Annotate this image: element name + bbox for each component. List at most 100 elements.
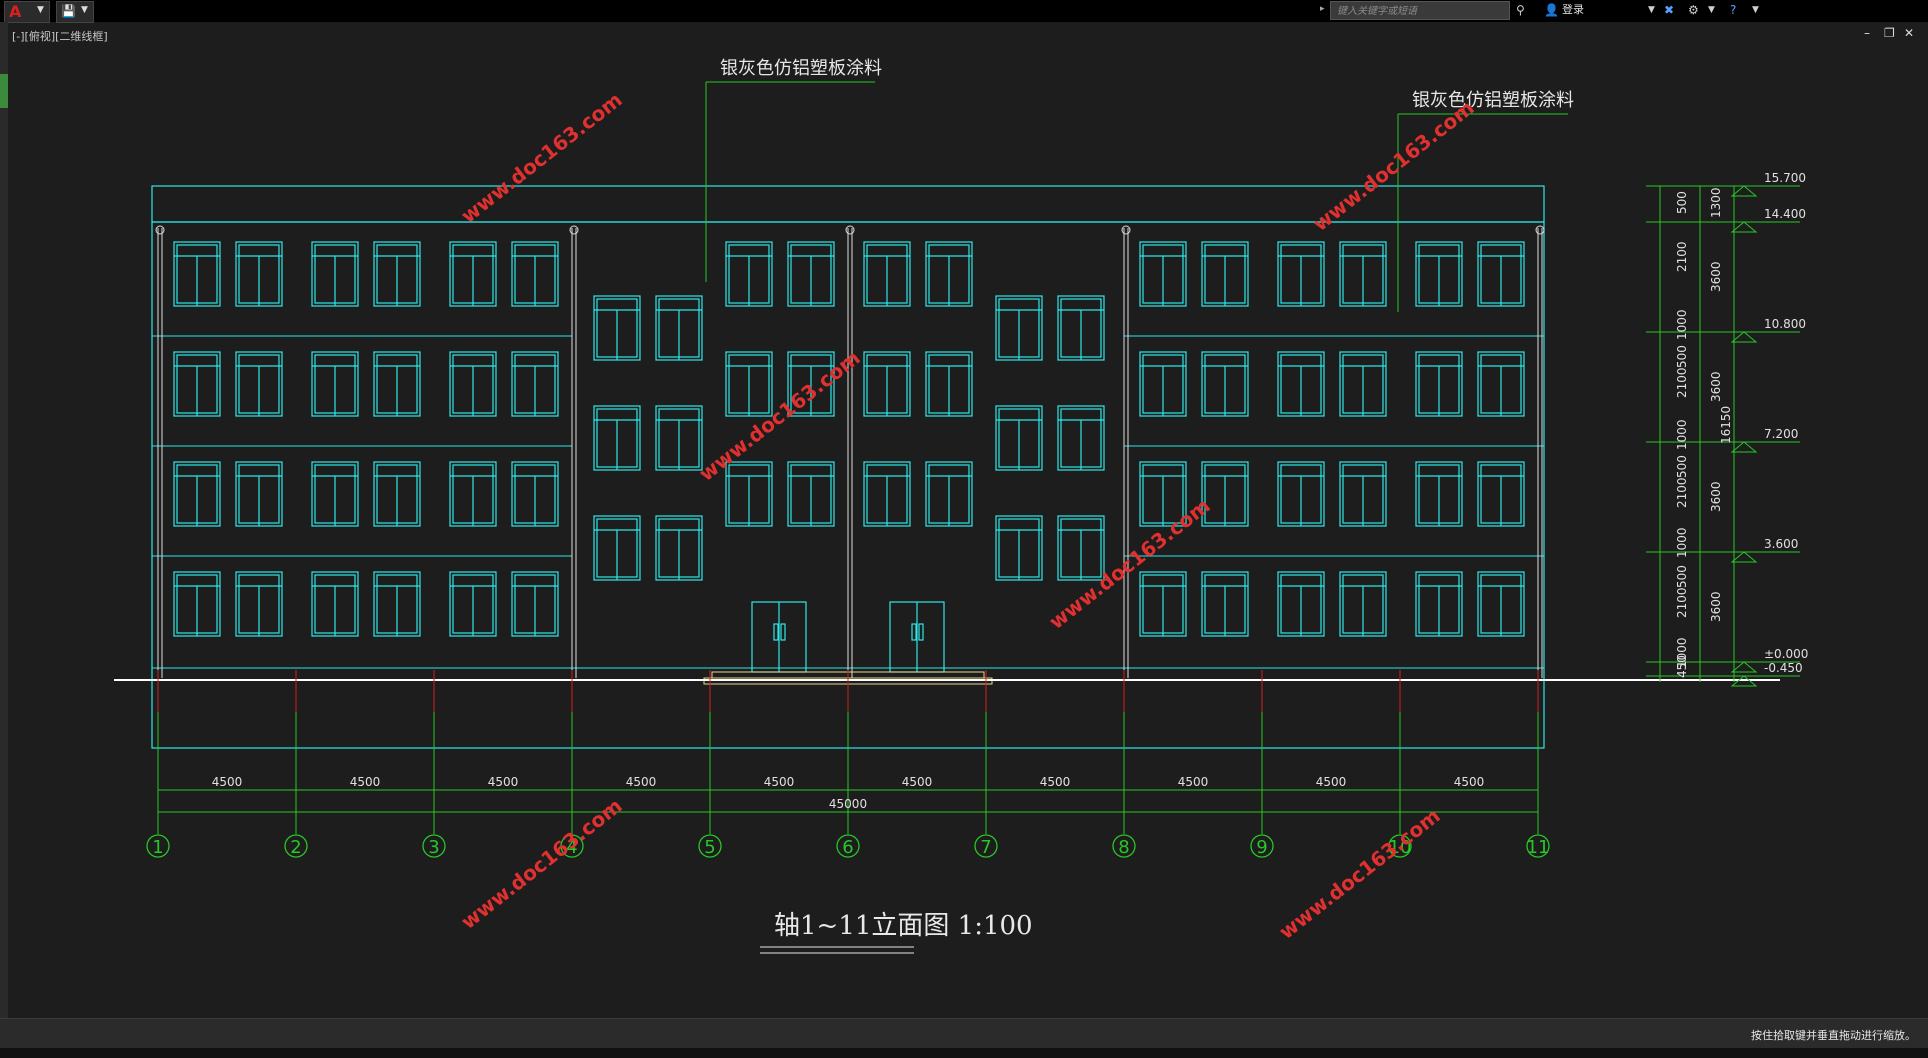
window <box>311 571 359 637</box>
elevation-value: 7.200 <box>1764 427 1798 441</box>
axis-number: 3 <box>428 837 439 858</box>
window <box>373 241 421 307</box>
watermark-text: www.doc163.com <box>1308 95 1478 235</box>
level-marker <box>1730 661 1758 673</box>
window <box>1415 461 1463 527</box>
axis-number: 7 <box>980 837 991 858</box>
window <box>1139 571 1187 637</box>
user-icon[interactable]: 👤 <box>1544 2 1559 18</box>
window <box>1477 461 1525 527</box>
window <box>1201 351 1249 417</box>
window <box>925 241 973 307</box>
building-elevation <box>114 185 1780 749</box>
window <box>593 515 641 581</box>
chevron-down-icon[interactable]: ▼ <box>1708 2 1715 18</box>
chevron-down-icon[interactable]: ▼ <box>1752 2 1759 18</box>
watermark-text: www.doc163.com <box>1044 493 1214 633</box>
window <box>1139 351 1187 417</box>
window <box>863 241 911 307</box>
window <box>1339 351 1387 417</box>
window <box>511 351 559 417</box>
dimension-text: 4500 <box>1316 775 1347 789</box>
window <box>593 295 641 361</box>
quick-access-save-button[interactable]: 💾 ▼ <box>56 1 94 23</box>
window <box>1277 461 1325 527</box>
title-bar: A ▼ 💾 ▼ ▸ 键入关键字或短语 ⚲ 👤 登录 ▼ ✖ ⚙ ▼ ? ▼ <box>0 0 1928 23</box>
exchange-icon[interactable]: ✖ <box>1664 2 1674 18</box>
watermark-text: www.doc163.com <box>1274 803 1444 943</box>
chevron-down-icon: ▼ <box>81 5 88 15</box>
vertical-dimension-text: 500 <box>1675 345 1689 368</box>
window <box>1277 571 1325 637</box>
dimension-text: 4500 <box>1454 775 1485 789</box>
window <box>373 461 421 527</box>
window <box>173 461 221 527</box>
window <box>1339 241 1387 307</box>
window <box>1057 515 1105 581</box>
rainwater-head <box>1535 225 1545 235</box>
window <box>373 351 421 417</box>
window <box>1477 571 1525 637</box>
watermark-text: www.doc163.com <box>456 793 626 933</box>
vertical-dimension-text: 2100 <box>1675 241 1689 272</box>
window <box>1415 571 1463 637</box>
window <box>449 461 497 527</box>
window <box>511 571 559 637</box>
vertical-dimension-text: 500 <box>1675 455 1689 478</box>
total-dimension-text: 45000 <box>829 797 867 811</box>
bottom-edge <box>0 1048 1928 1058</box>
window <box>1057 405 1105 471</box>
vertical-dimension-text: 2100 <box>1675 477 1689 508</box>
vertical-dimension-text: 1000 <box>1675 309 1689 340</box>
vertical-dimension-text: 2100 <box>1675 367 1689 398</box>
window <box>311 241 359 307</box>
application-menu-button[interactable]: A ▼ <box>4 1 50 23</box>
watermark-text: www.doc163.com <box>694 345 864 485</box>
level-marker <box>1730 441 1758 453</box>
window <box>1415 241 1463 307</box>
vertical-dimension-text: 3600 <box>1709 481 1723 512</box>
window <box>311 351 359 417</box>
window <box>593 405 641 471</box>
drawing-canvas[interactable]: 4500 4500 4500 4500 4500 4500 4500 4500 4500 4500… <box>0 22 1928 1018</box>
search-input[interactable]: 键入关键字或短语 <box>1330 1 1510 20</box>
binoculars-icon[interactable]: ⚲ <box>1516 2 1525 18</box>
autocad-logo-icon: A <box>9 2 22 21</box>
elevation-marks: 15.700 14.400 10.800 7.200 3.600 ±0.000-0.450… <box>1646 171 1808 687</box>
vertical-dimension-text: 2100 <box>1675 587 1689 618</box>
window <box>995 295 1043 361</box>
elevation-value: 14.400 <box>1764 207 1806 221</box>
window <box>449 571 497 637</box>
window <box>1277 351 1325 417</box>
window <box>1201 241 1249 307</box>
search-expand-icon[interactable]: ▸ <box>1320 4 1325 14</box>
axis-number: 5 <box>704 837 715 858</box>
a360-icon[interactable]: ⚙ <box>1688 2 1699 18</box>
help-icon[interactable]: ? <box>1730 2 1736 18</box>
window <box>173 241 221 307</box>
vertical-dimension-text: 1000 <box>1675 419 1689 450</box>
chevron-down-icon: ▼ <box>37 5 44 15</box>
window <box>725 461 773 527</box>
vertical-dimension-text: 500 <box>1675 191 1689 214</box>
window <box>787 241 835 307</box>
login-button[interactable]: 登录 <box>1562 2 1584 18</box>
status-bar: 按住拾取键并垂直拖动进行缩放。 <box>0 1018 1928 1049</box>
window <box>373 571 421 637</box>
elevation-value: -0.450 <box>1764 661 1803 675</box>
rainwater-head <box>155 225 165 235</box>
dimension-text: 4500 <box>488 775 519 789</box>
dimension-text: 4500 <box>902 775 933 789</box>
vertical-dimension-text: 3600 <box>1709 261 1723 292</box>
axis-bubbles: 1 2 3 4 5 6 7 8 9 10 11 <box>146 834 1550 858</box>
rainwater-head <box>569 225 579 235</box>
dimension-lines: 4500 4500 4500 4500 4500 4500 4500 4500 4500 4500… <box>157 670 1539 834</box>
level-marker <box>1730 221 1758 233</box>
vertical-dimension-text: 3600 <box>1709 591 1723 622</box>
rainwater-head <box>1121 225 1131 235</box>
level-marker <box>1730 551 1758 563</box>
window <box>655 295 703 361</box>
window <box>235 461 283 527</box>
window <box>1477 241 1525 307</box>
chevron-down-icon[interactable]: ▼ <box>1648 2 1655 18</box>
